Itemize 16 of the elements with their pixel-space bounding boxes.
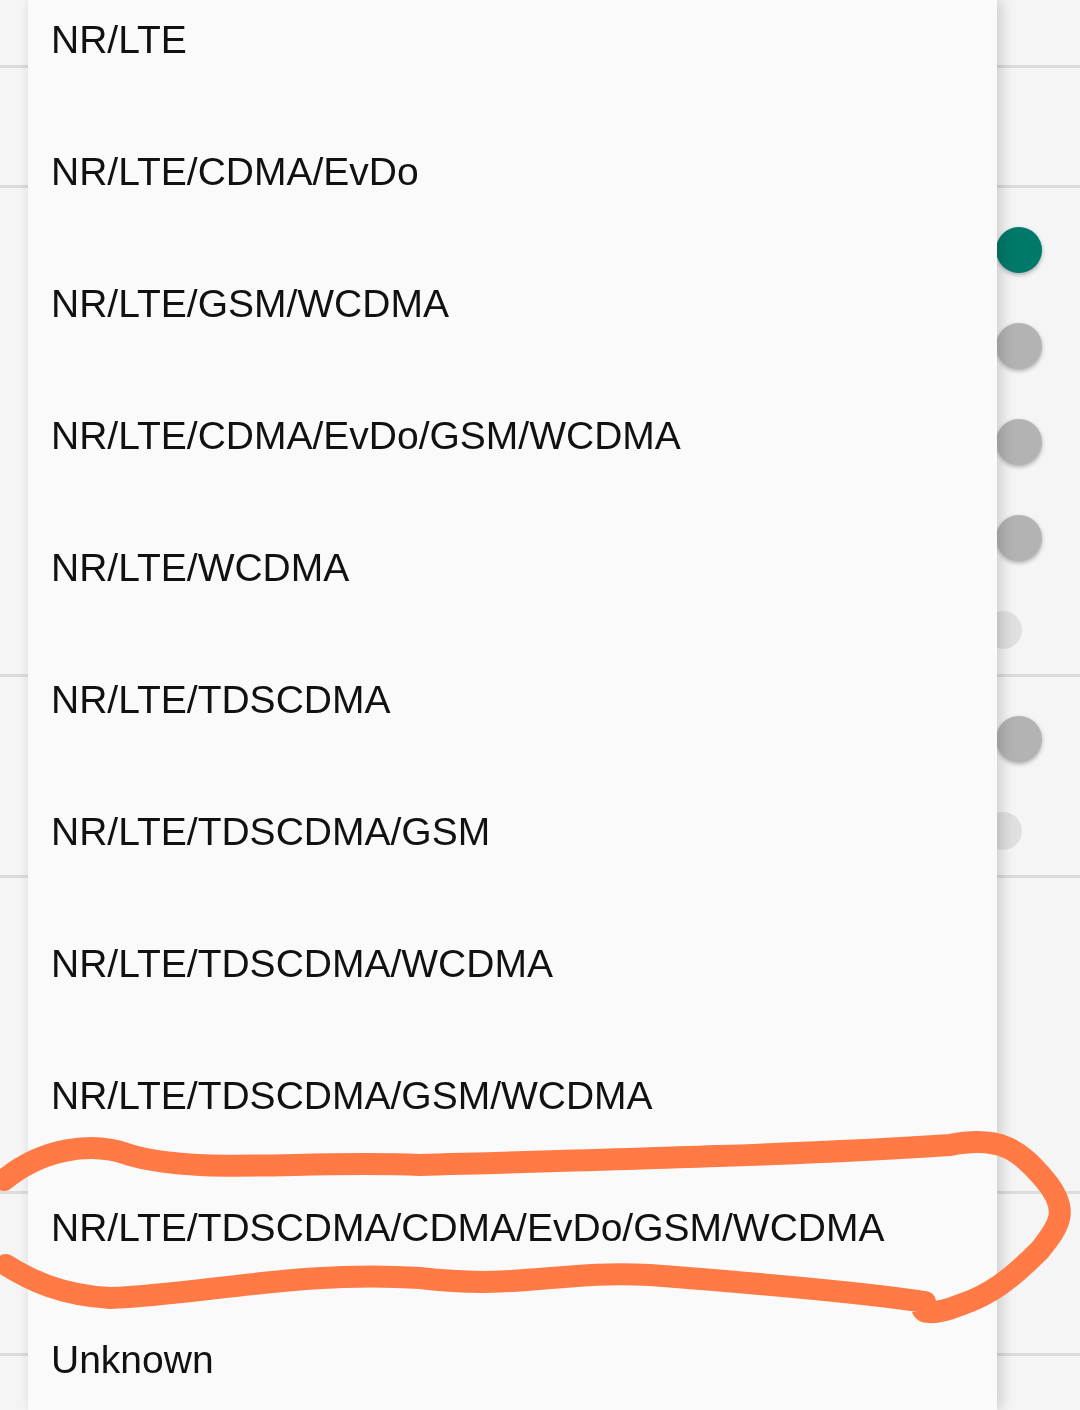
switch-thumb[interactable] (996, 227, 1042, 273)
network-mode-option[interactable]: NR/LTE (51, 18, 187, 62)
network-mode-option[interactable]: NR/LTE/CDMA/EvDo/GSM/WCDMA (51, 414, 681, 458)
switch-thumb[interactable] (996, 419, 1042, 465)
network-mode-option[interactable]: Unknown (51, 1338, 214, 1382)
network-mode-option[interactable]: NR/LTE/TDSCDMA/GSM (51, 810, 491, 854)
network-mode-option[interactable]: NR/LTE/GSM/WCDMA (51, 282, 449, 326)
network-mode-option[interactable]: NR/LTE/TDSCDMA/GSM/WCDMA (51, 1074, 653, 1118)
network-mode-option[interactable]: NR/LTE/TDSCDMA (51, 678, 391, 722)
switch-thumb[interactable] (996, 515, 1042, 561)
switch-thumb[interactable] (996, 716, 1042, 762)
switch-thumb[interactable] (996, 323, 1042, 369)
network-mode-option[interactable]: NR/LTE/TDSCDMA/WCDMA (51, 942, 553, 986)
network-mode-option[interactable]: NR/LTE/CDMA/EvDo (51, 150, 419, 194)
network-mode-option[interactable]: NR/LTE/WCDMA (51, 546, 350, 590)
network-mode-option[interactable]: NR/LTE/TDSCDMA/CDMA/EvDo/GSM/WCDMA (51, 1206, 885, 1250)
